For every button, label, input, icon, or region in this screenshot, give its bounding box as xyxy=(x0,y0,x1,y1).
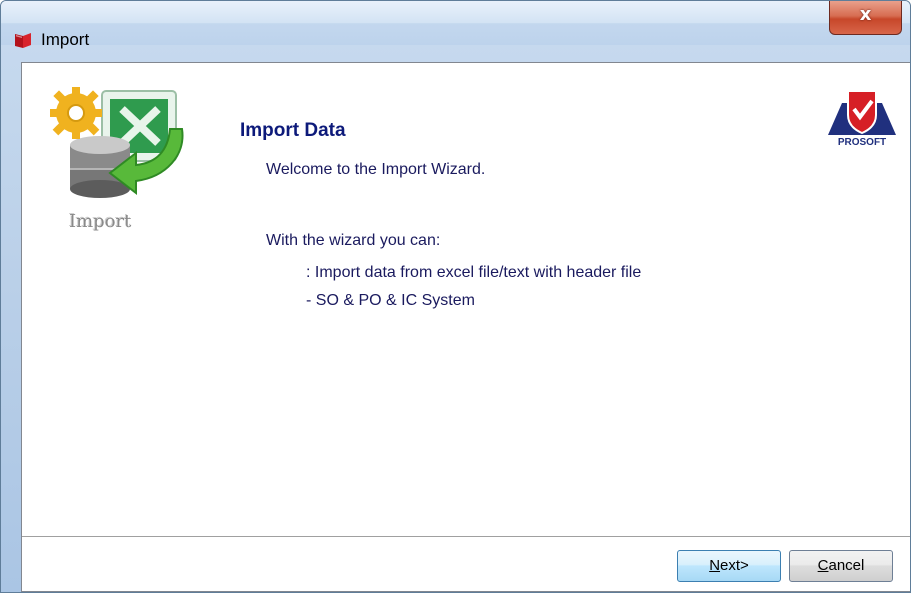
title-bar[interactable]: Import x xyxy=(1,1,910,49)
close-icon: x xyxy=(859,4,872,25)
cancel-button-label: ancel xyxy=(828,557,865,574)
close-button[interactable]: x xyxy=(829,1,902,35)
next-button-mnemonic: N xyxy=(709,557,721,574)
import-icon-label: Import xyxy=(69,211,132,232)
wizard-panel: Import Import Data Welcome to the Import… xyxy=(21,62,910,592)
next-button-label: ext> xyxy=(720,557,749,574)
wizard-body: Import Import Data Welcome to the Import… xyxy=(22,63,910,536)
import-window: Import x Import Import Data Welcome to t… xyxy=(0,0,911,593)
book-icon xyxy=(15,33,31,48)
list-item: - SO & PO & IC System xyxy=(306,292,475,309)
button-bar: Next> Cancel xyxy=(22,537,910,591)
import-wizard-icon xyxy=(50,87,184,198)
prosoft-logo-text: PROSOFT xyxy=(838,137,886,147)
intro-text: With the wizard you can: xyxy=(266,232,441,249)
next-button[interactable]: Next> xyxy=(677,550,781,582)
cancel-button[interactable]: Cancel xyxy=(789,550,893,582)
prosoft-logo: PROSOFT xyxy=(828,90,896,147)
welcome-text: Welcome to the Import Wizard. xyxy=(266,161,486,178)
window-title: Import xyxy=(41,30,90,49)
list-item: : Import data from excel file/text with … xyxy=(306,264,642,281)
page-title: Import Data xyxy=(240,120,346,141)
cancel-button-mnemonic: C xyxy=(817,557,829,574)
